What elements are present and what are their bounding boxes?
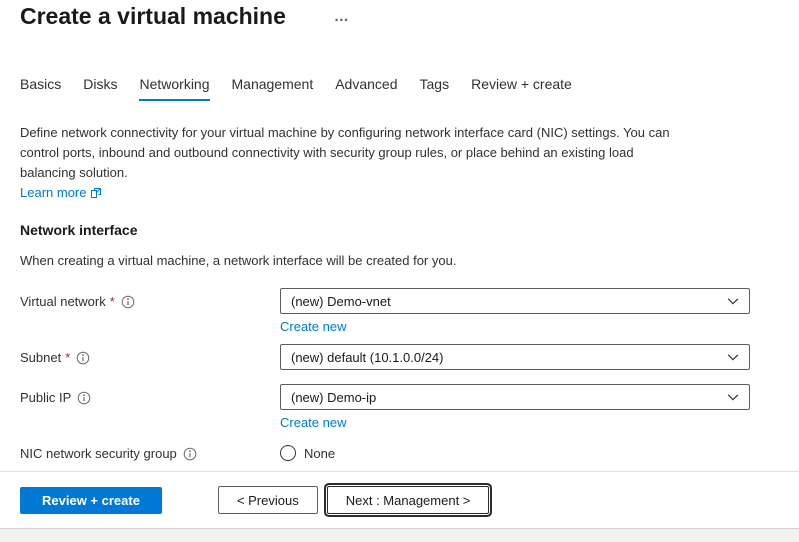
virtual-network-label: Virtual network bbox=[20, 294, 106, 309]
tab-bar: Basics Disks Networking Management Advan… bbox=[20, 76, 779, 101]
public-ip-control: (new) Demo-ip Create new bbox=[280, 384, 750, 432]
form-row-public-ip: Public IP (new) Demo-ip Create new bbox=[20, 384, 779, 432]
public-ip-info-icon[interactable] bbox=[77, 391, 91, 405]
nic-nsg-info-icon[interactable] bbox=[183, 447, 197, 461]
create-vm-page: Create a virtual machine … Basics Disks … bbox=[0, 0, 799, 542]
chevron-down-icon bbox=[726, 390, 740, 404]
tab-tags[interactable]: Tags bbox=[420, 76, 450, 101]
description-text: Define network connectivity for your vir… bbox=[20, 123, 675, 183]
previous-button[interactable]: < Previous bbox=[218, 486, 318, 514]
subnet-value: (new) default (10.1.0.0/24) bbox=[291, 350, 443, 365]
nic-nsg-label-group: NIC network security group bbox=[20, 440, 280, 461]
next-management-button[interactable]: Next : Management > bbox=[327, 486, 490, 514]
public-ip-label: Public IP bbox=[20, 390, 71, 405]
nic-nsg-option-none-label: None bbox=[304, 446, 335, 461]
virtual-network-control: (new) Demo-vnet Create new bbox=[280, 288, 750, 336]
form-row-virtual-network: Virtual network * (new) Demo-vnet Create… bbox=[20, 288, 779, 336]
more-options-icon[interactable]: … bbox=[334, 9, 350, 24]
virtual-network-value: (new) Demo-vnet bbox=[291, 294, 391, 309]
virtual-network-dropdown[interactable]: (new) Demo-vnet bbox=[280, 288, 750, 314]
subnet-label-group: Subnet * bbox=[20, 344, 280, 365]
virtual-network-info-icon[interactable] bbox=[121, 295, 135, 309]
tab-management[interactable]: Management bbox=[232, 76, 314, 101]
title-row: Create a virtual machine … bbox=[20, 0, 779, 30]
public-ip-value: (new) Demo-ip bbox=[291, 390, 376, 405]
subnet-dropdown[interactable]: (new) default (10.1.0.0/24) bbox=[280, 344, 750, 370]
chevron-down-icon bbox=[726, 350, 740, 364]
tab-advanced[interactable]: Advanced bbox=[335, 76, 397, 101]
virtual-network-label-group: Virtual network * bbox=[20, 288, 280, 309]
public-ip-label-group: Public IP bbox=[20, 384, 280, 405]
bottom-strip bbox=[0, 528, 799, 542]
required-asterisk: * bbox=[110, 294, 115, 309]
subnet-info-icon[interactable] bbox=[76, 351, 90, 365]
radio-icon bbox=[280, 445, 296, 461]
tab-basics[interactable]: Basics bbox=[20, 76, 61, 101]
subnet-control: (new) default (10.1.0.0/24) bbox=[280, 344, 750, 370]
learn-more-label: Learn more bbox=[20, 185, 86, 200]
network-interface-heading: Network interface bbox=[20, 222, 779, 238]
nic-nsg-radio-group: None Basic Advanced bbox=[280, 440, 750, 470]
nic-nsg-label: NIC network security group bbox=[20, 446, 177, 461]
review-create-button[interactable]: Review + create bbox=[20, 487, 162, 514]
virtual-network-create-new-link[interactable]: Create new bbox=[280, 319, 346, 334]
tab-networking[interactable]: Networking bbox=[139, 76, 209, 101]
nic-nsg-option-none[interactable]: None bbox=[280, 443, 750, 463]
public-ip-create-new-link[interactable]: Create new bbox=[280, 415, 346, 430]
learn-more-link[interactable]: Learn more bbox=[20, 185, 102, 200]
form-row-nic-nsg: NIC network security group None Basic bbox=[20, 440, 779, 470]
external-link-icon bbox=[90, 187, 102, 199]
nic-nsg-option-basic[interactable]: Basic bbox=[280, 469, 750, 470]
tab-disks[interactable]: Disks bbox=[83, 76, 117, 101]
networking-form: Virtual network * (new) Demo-vnet Create… bbox=[20, 288, 779, 470]
page-title: Create a virtual machine bbox=[20, 3, 286, 30]
required-asterisk: * bbox=[65, 350, 70, 365]
network-interface-subtext: When creating a virtual machine, a netwo… bbox=[20, 253, 779, 268]
subnet-label: Subnet bbox=[20, 350, 61, 365]
form-row-subnet: Subnet * (new) default (10.1.0.0/24) bbox=[20, 344, 779, 370]
wizard-footer: Review + create < Previous Next : Manage… bbox=[0, 471, 799, 528]
chevron-down-icon bbox=[726, 294, 740, 308]
tab-review-create[interactable]: Review + create bbox=[471, 76, 572, 101]
networking-tab-content: Create a virtual machine … Basics Disks … bbox=[0, 0, 799, 470]
public-ip-dropdown[interactable]: (new) Demo-ip bbox=[280, 384, 750, 410]
